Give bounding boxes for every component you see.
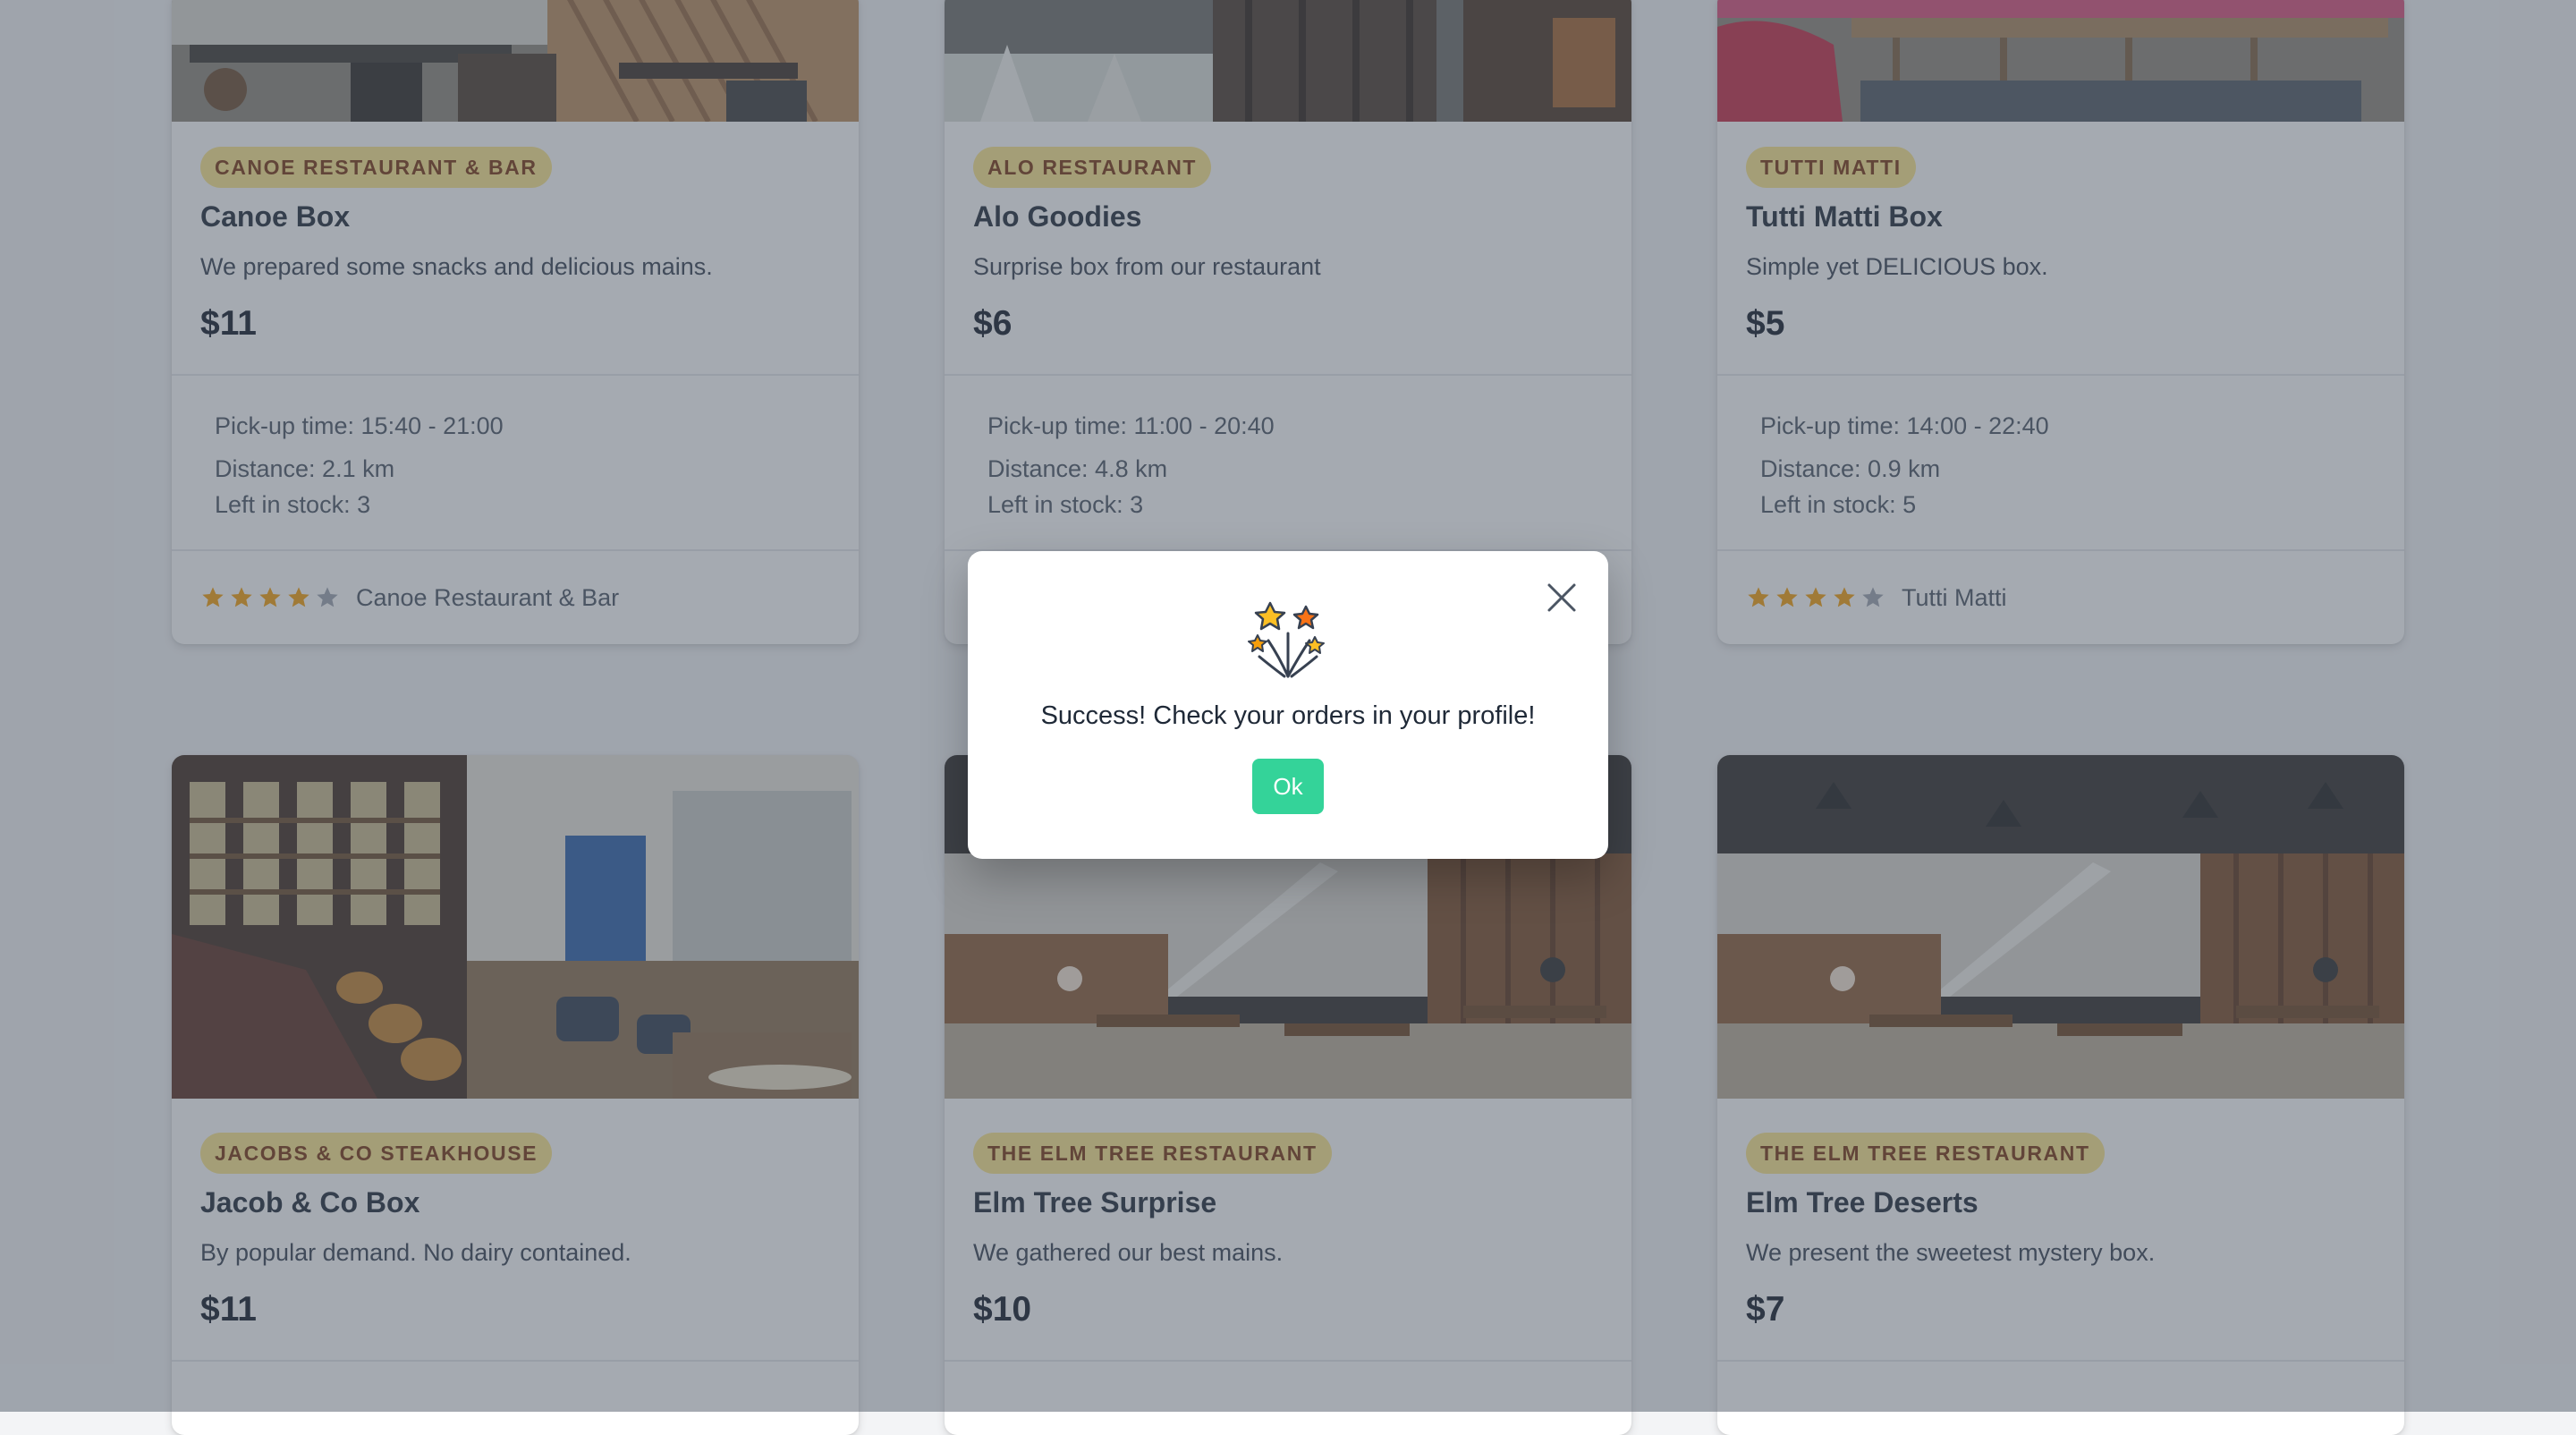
ok-button[interactable]: Ok — [1252, 759, 1324, 814]
fireworks-icon — [1248, 601, 1325, 678]
close-icon[interactable] — [1544, 580, 1580, 616]
success-modal: Success! Check your orders in your profi… — [968, 551, 1608, 859]
success-message: Success! Check your orders in your profi… — [1040, 701, 1536, 730]
